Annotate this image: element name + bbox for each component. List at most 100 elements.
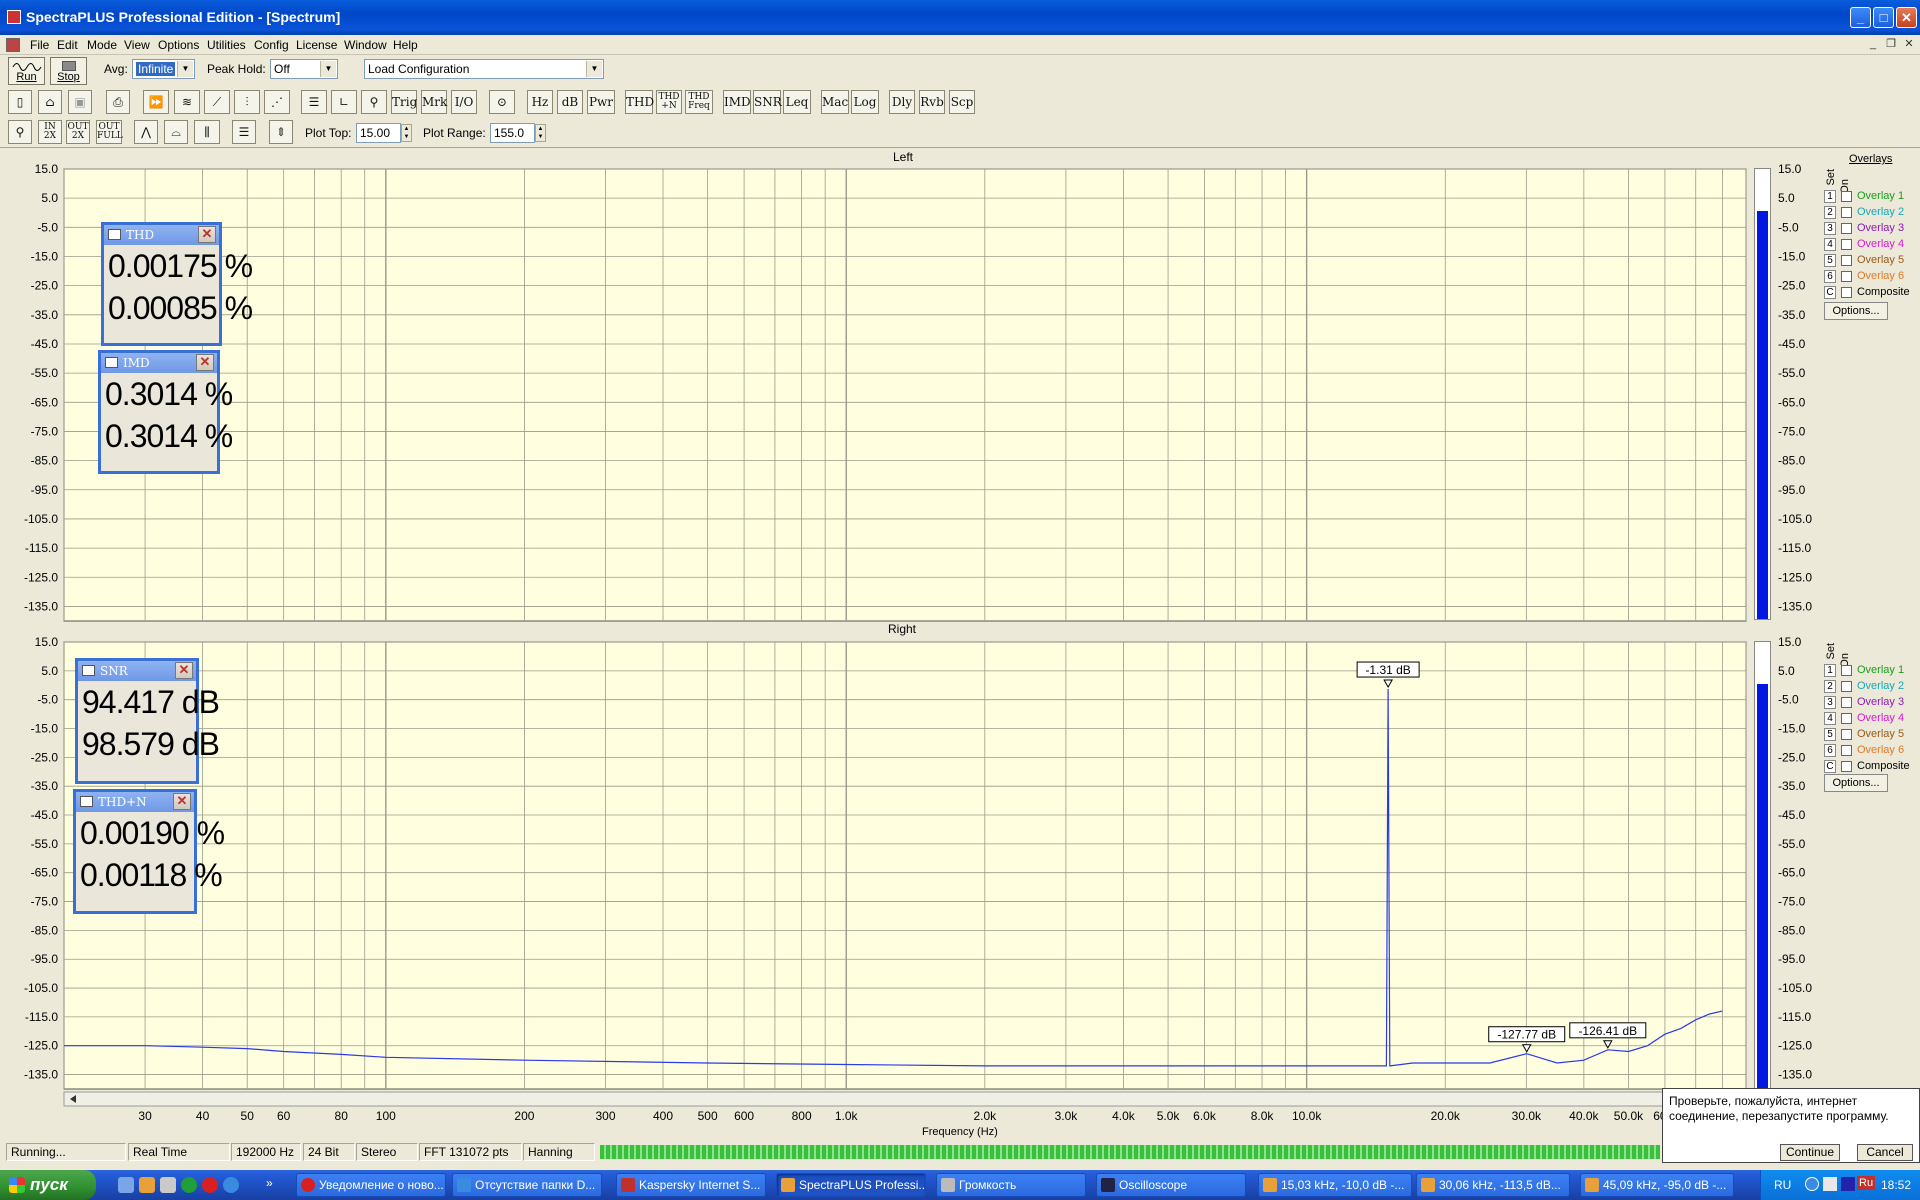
zoom-icon[interactable]: ⚲	[8, 120, 32, 144]
start-button[interactable]: пуск	[0, 1170, 96, 1200]
task-missing-folder[interactable]: Отсутствие папки D...	[452, 1173, 602, 1197]
thd-n-window-header[interactable]: THD+N ✕	[76, 792, 194, 812]
imd-button[interactable]: IMD	[723, 90, 751, 114]
peak-view-icon[interactable]: ⋀	[134, 120, 158, 144]
zoom-out-2x-icon[interactable]: OUT 2X	[66, 120, 90, 144]
thd-freq-button[interactable]: THD Freq	[685, 90, 713, 114]
dly-button[interactable]: Dly	[889, 90, 915, 114]
analyzer-icon[interactable]: ≋	[174, 90, 200, 114]
mdi-close-button[interactable]: ✕	[1902, 37, 1916, 51]
overlay-set-button[interactable]: C	[1824, 760, 1836, 773]
leq-button[interactable]: Leq	[783, 90, 811, 114]
plot-settings-icon[interactable]: ☰	[232, 120, 256, 144]
axis-icon[interactable]: ∟	[331, 90, 357, 114]
close-icon[interactable]: ✕	[198, 226, 216, 243]
left-overlay-options-button[interactable]: Options...	[1824, 302, 1888, 320]
minimize-button[interactable]: _	[1850, 7, 1871, 28]
mac-button[interactable]: Mac	[821, 90, 849, 114]
show-desktop-icon[interactable]	[118, 1177, 134, 1193]
3d-surface-icon[interactable]: ⋰	[264, 90, 290, 114]
overlay-set-button[interactable]: 4	[1824, 238, 1836, 251]
overlay-checkbox[interactable]	[1841, 745, 1852, 756]
left-plot-background[interactable]	[63, 168, 1747, 622]
task-generator-2[interactable]: 30,06 kHz, -113,5 dB...	[1416, 1173, 1570, 1197]
task-volume[interactable]: Громкость	[936, 1173, 1086, 1197]
app-icon[interactable]	[7, 10, 21, 24]
run-button[interactable]: Run	[8, 57, 45, 85]
imd-window-header[interactable]: IMD ✕	[101, 353, 217, 373]
overlay-set-button[interactable]: 4	[1824, 712, 1836, 725]
rvb-button[interactable]: Rvb	[919, 90, 945, 114]
overlay-set-button[interactable]: C	[1824, 286, 1836, 299]
overlay-set-button[interactable]: 6	[1824, 744, 1836, 757]
document-icon[interactable]	[6, 38, 20, 52]
overlay-checkbox[interactable]	[1841, 729, 1852, 740]
chevron-down-icon[interactable]: ▼	[586, 61, 602, 77]
menu-window[interactable]: Window	[344, 38, 387, 52]
task-generator-3[interactable]: 45,09 kHz, -95,0 dB -...	[1580, 1173, 1734, 1197]
overlay-set-button[interactable]: 5	[1824, 728, 1836, 741]
cancel-button[interactable]: Cancel	[1857, 1144, 1913, 1161]
close-icon[interactable]: ✕	[196, 354, 214, 371]
new-file-icon[interactable]: ▯	[8, 90, 32, 114]
avg-select[interactable]: Infinite ▼	[132, 59, 195, 79]
plot-range-input[interactable]: 155.0 ▲ ▼	[490, 123, 546, 143]
save-icon[interactable]: ▣	[68, 90, 92, 114]
tray-arrow-icon[interactable]	[1805, 1177, 1819, 1191]
scp-button[interactable]: Scp	[949, 90, 975, 114]
zoom-in-2x-icon[interactable]: IN 2X	[38, 120, 62, 144]
overlay-checkbox[interactable]	[1841, 713, 1852, 724]
right-plot-background[interactable]	[63, 641, 1747, 1090]
mrk-button[interactable]: Mrk	[421, 90, 447, 114]
horizontal-scrollbar[interactable]	[63, 1091, 1747, 1107]
utorrent-icon[interactable]	[181, 1177, 197, 1193]
opera-icon[interactable]	[202, 1177, 218, 1193]
octave-view-icon[interactable]: ⌓	[164, 120, 188, 144]
snr-window-header[interactable]: SNR ✕	[78, 661, 196, 681]
overlay-checkbox[interactable]	[1841, 207, 1852, 218]
generator-icon[interactable]: ⊙	[489, 90, 515, 114]
trig-button[interactable]: Trig	[391, 90, 417, 114]
overlay-checkbox[interactable]	[1841, 665, 1852, 676]
overlay-set-button[interactable]: 3	[1824, 696, 1836, 709]
continue-button[interactable]: Continue	[1780, 1144, 1840, 1161]
overlay-set-button[interactable]: 3	[1824, 222, 1836, 235]
snr-window[interactable]: SNR ✕ 94.417 dB 98.579 dB	[75, 658, 220, 784]
overlay-checkbox[interactable]	[1841, 287, 1852, 298]
task-spectraplus[interactable]: SpectraPLUS Professi...	[776, 1173, 926, 1197]
language-indicator[interactable]: RU	[1774, 1178, 1791, 1192]
overlay-checkbox[interactable]	[1841, 681, 1852, 692]
menu-edit[interactable]: Edit	[57, 38, 78, 52]
thd-n-button[interactable]: THD +N	[656, 90, 682, 114]
overlay-set-button[interactable]: 2	[1824, 680, 1836, 693]
peak-hold-select[interactable]: Off ▼	[270, 59, 338, 79]
overlay-checkbox[interactable]	[1841, 239, 1852, 250]
thd-window[interactable]: THD ✕ 0.00175 % 0.00085 %	[101, 222, 253, 346]
overlay-checkbox[interactable]	[1841, 191, 1852, 202]
overlay-checkbox[interactable]	[1841, 223, 1852, 234]
overlay-set-button[interactable]: 5	[1824, 254, 1836, 267]
load-configuration-select[interactable]: Load Configuration ▼	[364, 59, 604, 79]
thd-button[interactable]: THD	[625, 90, 654, 114]
scope-icon[interactable]: ⚲	[361, 90, 387, 114]
zoom-out-full-icon[interactable]: OUT FULL	[96, 120, 123, 144]
chevron-down-icon[interactable]: ▼	[177, 61, 193, 77]
tray-app-icon[interactable]	[1841, 1177, 1855, 1191]
ramp-icon[interactable]: ⟋	[204, 90, 230, 114]
hz-button[interactable]: Hz	[527, 90, 553, 114]
task-generator-1[interactable]: 15,03 kHz, -10,0 dB -...	[1258, 1173, 1412, 1197]
log-button[interactable]: Log	[851, 90, 879, 114]
overlay-set-button[interactable]: 6	[1824, 270, 1836, 283]
spectrogram-icon[interactable]: ⫶	[234, 90, 260, 114]
chevron-right-icon[interactable]: »	[266, 1176, 273, 1190]
overlay-set-button[interactable]: 2	[1824, 206, 1836, 219]
close-icon[interactable]: ✕	[175, 662, 193, 679]
close-icon[interactable]: ✕	[173, 793, 191, 810]
chevron-down-icon[interactable]: ▼	[320, 61, 336, 77]
maximize-button[interactable]: □	[1873, 7, 1894, 28]
bar-view-icon[interactable]: ⫼	[194, 120, 220, 144]
overlay-checkbox[interactable]	[1841, 255, 1852, 266]
task-kaspersky[interactable]: Kaspersky Internet S...	[616, 1173, 766, 1197]
spin-arrows-icon[interactable]: ▲ ▼	[401, 124, 412, 142]
menu-view[interactable]: View	[124, 38, 150, 52]
